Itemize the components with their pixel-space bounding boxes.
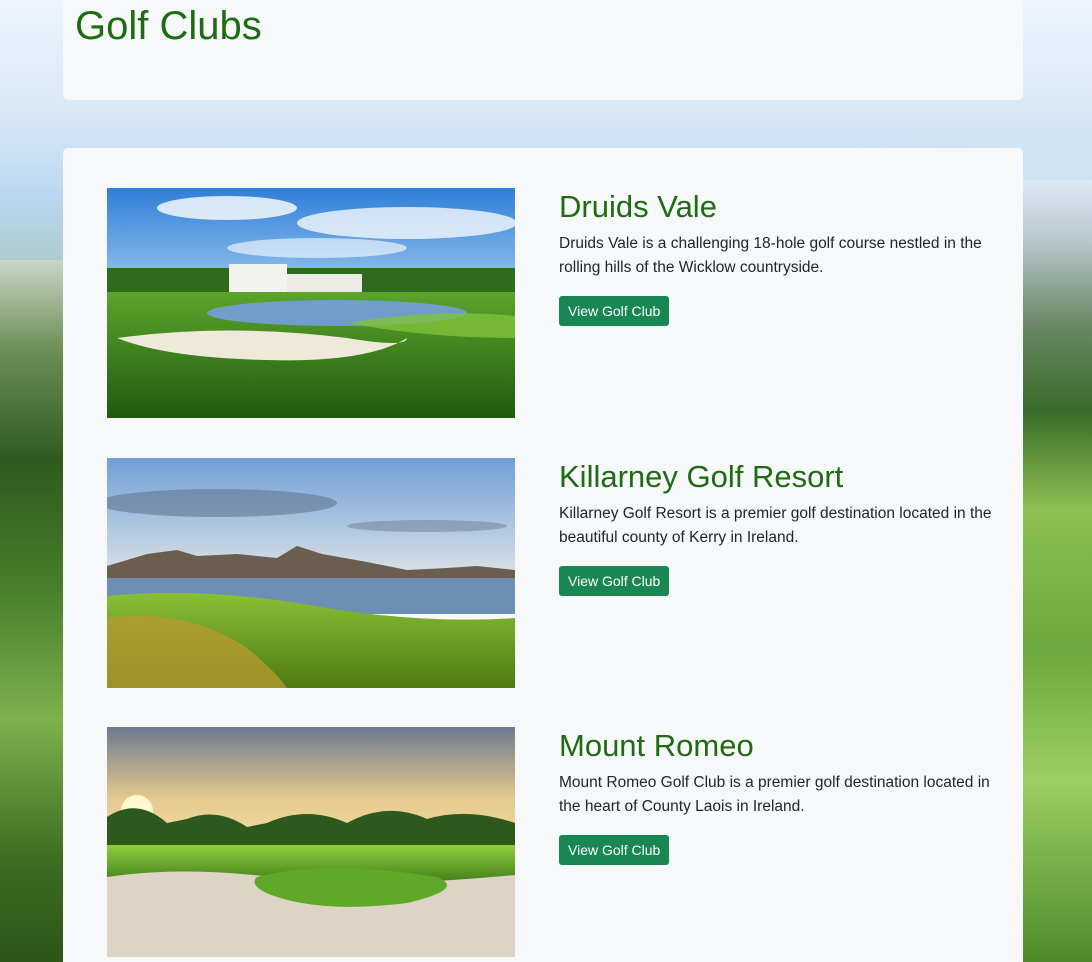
golf-club-card: Mount Romeo Mount Romeo Golf Club is a p… [107, 727, 990, 957]
view-golf-club-button[interactable]: View Golf Club [559, 566, 670, 596]
page-header: Golf Clubs [63, 0, 1023, 100]
club-image-killarney-golf-resort [107, 458, 515, 688]
view-golf-club-button[interactable]: View Golf Club [559, 835, 670, 865]
club-name: Druids Vale [559, 189, 717, 224]
golf-club-card: Druids Vale Druids Vale is a challenging… [107, 188, 987, 418]
background-golf-scene-left [0, 260, 63, 962]
golf-club-list: Druids Vale Druids Vale is a challenging… [63, 148, 1023, 962]
club-description: Druids Vale is a challenging 18-hole gol… [559, 235, 982, 276]
page-title: Golf Clubs [75, 4, 262, 48]
club-info: Druids Vale Druids Vale is a challenging… [559, 188, 995, 326]
club-name: Mount Romeo [559, 728, 754, 763]
club-info: Mount Romeo Mount Romeo Golf Club is a p… [559, 727, 995, 865]
background-golf-scene-right [1023, 180, 1092, 962]
club-image-mount-romeo [107, 727, 515, 957]
golf-club-card: Killarney Golf Resort Killarney Golf Res… [107, 458, 992, 688]
club-description: Mount Romeo Golf Club is a premier golf … [559, 774, 990, 815]
club-image-druids-vale [107, 188, 515, 418]
club-name: Killarney Golf Resort [559, 459, 844, 494]
club-info: Killarney Golf Resort Killarney Golf Res… [559, 458, 995, 596]
view-golf-club-button[interactable]: View Golf Club [559, 296, 670, 326]
club-description: Killarney Golf Resort is a premier golf … [559, 505, 992, 546]
